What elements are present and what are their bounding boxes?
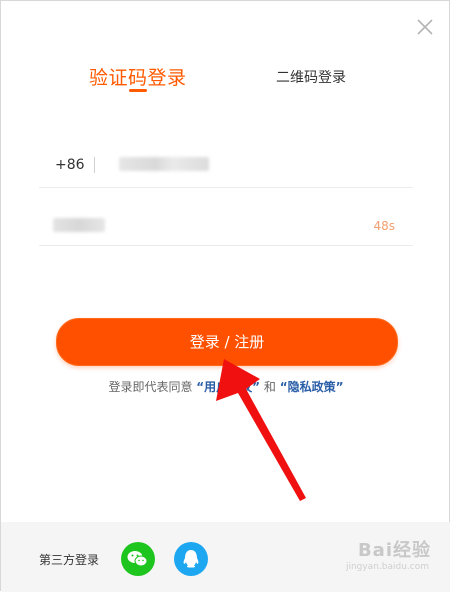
watermark-url: jingyan.baidu.com (345, 562, 429, 572)
wechat-login-button[interactable] (121, 542, 155, 576)
baidu-watermark: Bai经验 (357, 540, 431, 561)
verification-code-blurred (53, 218, 105, 232)
country-code-selector[interactable]: +86 (55, 157, 85, 173)
qq-icon (183, 550, 199, 568)
third-party-login-bar: 第三方登录 Bai经验 jingyan.baidu.com (1, 522, 450, 592)
login-tabs: 验证码登录 二维码登录 (1, 63, 450, 103)
close-icon[interactable] (415, 17, 435, 37)
red-arrow-annotation (216, 359, 306, 501)
phone-number-blurred (119, 157, 209, 171)
field-divider (94, 157, 95, 173)
tab-qr-login[interactable]: 二维码登录 (276, 67, 346, 87)
wechat-icon (127, 551, 148, 567)
verification-code-field[interactable]: 48s (39, 201, 413, 246)
agreement-prefix: 登录即代表同意 (108, 380, 193, 394)
resend-countdown: 48s (373, 219, 395, 233)
login-dialog: 验证码登录 二维码登录 +86 48s 登录 / 注册 登录即代表同意 “用户协… (0, 0, 450, 592)
tab-sms-login[interactable]: 验证码登录 (89, 63, 187, 90)
phone-field[interactable]: +86 (39, 143, 413, 188)
qq-login-button[interactable] (174, 542, 208, 576)
third-party-label: 第三方登录 (39, 553, 100, 567)
active-tab-indicator (129, 89, 147, 92)
